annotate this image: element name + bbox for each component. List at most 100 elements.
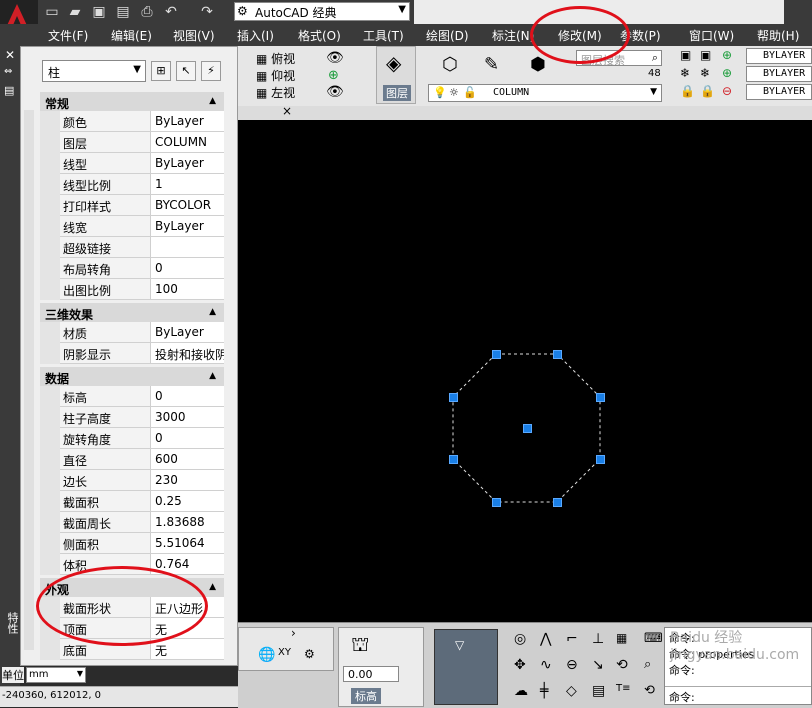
dimension-icon[interactable]: ◎ <box>514 631 526 647</box>
menu-format[interactable]: 格式(O) <box>298 27 341 44</box>
property-value[interactable]: 0 <box>151 258 224 279</box>
arrow-icon[interactable]: ↘ <box>592 657 604 673</box>
select-objects-icon[interactable]: ↖ <box>176 61 196 81</box>
add-icon[interactable]: ⊕ <box>722 66 732 80</box>
current-layer-select[interactable]: 💡 ☼ 🔓 COLUMN ▼ <box>428 84 662 102</box>
grip-handle[interactable] <box>492 498 501 507</box>
property-value[interactable]: COLUMN <box>151 132 224 153</box>
layer-iso-icon[interactable]: ⬢ <box>530 54 546 75</box>
add-icon[interactable]: ⊕ <box>722 48 732 62</box>
property-row[interactable]: 材质 ByLayer <box>40 322 224 343</box>
table-icon[interactable]: ▦ <box>616 631 627 645</box>
section-header[interactable]: 数据 ▲ <box>40 367 224 387</box>
grip-handle[interactable] <box>553 350 562 359</box>
save-icon[interactable]: ▣ <box>90 3 108 21</box>
lock-icon[interactable]: 🔒 <box>680 84 695 98</box>
collapse-icon[interactable]: ▲ <box>209 582 216 592</box>
menu-view[interactable]: 视图(V) <box>173 27 215 44</box>
new-icon[interactable]: ▭ <box>43 3 61 21</box>
toggle-icon[interactable]: ▣ <box>700 48 711 62</box>
section-header[interactable]: 三维效果 ▲ <box>40 303 224 323</box>
menu-tools[interactable]: 工具(T) <box>363 27 404 44</box>
circle-icon[interactable]: ⊖ <box>566 657 578 673</box>
property-value[interactable]: 0 <box>151 428 224 449</box>
selected-column-shape[interactable] <box>238 120 812 622</box>
ucs-xy-icon[interactable]: XY <box>278 647 291 658</box>
property-row[interactable]: 图层 COLUMN <box>40 132 224 153</box>
layer-panel-button[interactable]: ◈ 图层 <box>376 46 416 104</box>
unit-select[interactable]: mm ▼ <box>26 667 86 683</box>
section-header[interactable]: 常规 ▲ <box>40 92 224 112</box>
property-value[interactable]: ByLayer <box>151 322 224 343</box>
menu-insert[interactable]: 插入(I) <box>237 27 274 44</box>
globe-icon[interactable]: 🌐 <box>258 647 275 663</box>
save-as-icon[interactable]: ▤ <box>114 3 132 21</box>
search-icon[interactable]: ⌕ <box>644 657 651 672</box>
property-row[interactable]: 打印样式 BYCOLOR <box>40 195 224 216</box>
property-row[interactable]: 侧面积 5.51064 <box>40 533 224 554</box>
cloud-icon[interactable]: ☁ <box>514 683 528 699</box>
grip-handle[interactable] <box>596 393 605 402</box>
property-value[interactable]: 3000 <box>151 407 224 428</box>
eye-icon[interactable]: 👁 <box>326 50 344 66</box>
menu-window[interactable]: 窗口(W) <box>689 27 734 44</box>
property-value[interactable]: 5.51064 <box>151 533 224 554</box>
menu-file[interactable]: 文件(F) <box>48 27 88 44</box>
property-value[interactable]: 600 <box>151 449 224 470</box>
close-icon[interactable]: ✕ <box>5 48 15 62</box>
menu-draw[interactable]: 绘图(D) <box>426 27 469 44</box>
view-left-button[interactable]: ▦ 左视 <box>256 84 295 101</box>
menu-help[interactable]: 帮助(H) <box>757 27 799 44</box>
diamond-icon[interactable]: ◇ <box>566 683 577 699</box>
property-value[interactable]: 0 <box>151 386 224 407</box>
property-row[interactable]: 直径 600 <box>40 449 224 470</box>
property-row[interactable]: 颜色 ByLayer <box>40 111 224 132</box>
workspace-select[interactable]: ⚙ AutoCAD 经典 ▼ <box>234 2 410 21</box>
toggle-pickadd-icon[interactable]: ⊞ <box>151 61 171 81</box>
grip-handle[interactable] <box>449 393 458 402</box>
text-style-icon[interactable]: T≡ <box>616 683 631 694</box>
view-bottom-button[interactable]: ▦ 仰视 <box>256 67 295 84</box>
elevation-input[interactable]: 0.00 <box>343 666 399 682</box>
property-value[interactable]: 100 <box>151 279 224 300</box>
property-row[interactable]: 边长 230 <box>40 470 224 491</box>
hatch-icon[interactable]: ▤ <box>592 683 605 699</box>
bracket-icon[interactable]: ⌐ <box>566 631 578 647</box>
open-icon[interactable]: ▰ <box>66 3 84 21</box>
property-row[interactable]: 布局转角 0 <box>40 258 224 279</box>
collapse-icon[interactable]: ▲ <box>209 307 216 317</box>
line-icon[interactable]: ⋀ <box>540 631 551 647</box>
curve-icon[interactable]: ∿ <box>540 657 552 673</box>
close-icon[interactable]: × <box>282 104 292 118</box>
command-icon[interactable]: ⌨ <box>644 631 663 646</box>
property-row[interactable]: 线型比例 1 <box>40 174 224 195</box>
grip-handle[interactable] <box>449 455 458 464</box>
palette-scrollbar[interactable] <box>24 110 34 650</box>
collapse-icon[interactable]: ▲ <box>209 371 216 381</box>
autohide-icon[interactable]: ⇔ <box>4 66 12 77</box>
chevron-right-icon[interactable]: › <box>291 626 296 640</box>
lineweight-select[interactable]: BYLAYER <box>746 84 812 100</box>
property-row[interactable]: 截面周长 1.83688 <box>40 512 224 533</box>
menu-icon[interactable]: ▤ <box>4 84 14 97</box>
freeze-icon[interactable]: ❄ <box>700 66 710 80</box>
property-row[interactable]: 截面积 0.25 <box>40 491 224 512</box>
redo-icon[interactable]: ↷ <box>198 3 216 21</box>
property-row[interactable]: 柱子高度 3000 <box>40 407 224 428</box>
color-select[interactable]: BYLAYER <box>746 48 812 64</box>
property-row[interactable]: 出图比例 100 <box>40 279 224 300</box>
property-value[interactable]: 无 <box>151 639 224 660</box>
menu-edit[interactable]: 编辑(E) <box>111 27 152 44</box>
eye-icon[interactable]: 👁 <box>326 84 344 100</box>
layer-state-icon[interactable]: ⬡ <box>442 54 458 75</box>
lock-icon[interactable]: 🔒 <box>700 84 715 98</box>
view-top-button[interactable]: ▦ 俯视 <box>256 50 295 67</box>
add-view-icon[interactable]: ⊕ <box>328 68 339 83</box>
pan-icon[interactable]: ✥ <box>514 657 526 673</box>
collapse-icon[interactable]: ▲ <box>209 96 216 106</box>
grip-handle[interactable] <box>492 350 501 359</box>
history-icon[interactable]: ⟲ <box>644 683 655 698</box>
property-value[interactable]: 1.83688 <box>151 512 224 533</box>
navigation-widget[interactable]: ▽ <box>434 629 498 705</box>
command-input[interactable]: 命令: <box>665 686 811 705</box>
